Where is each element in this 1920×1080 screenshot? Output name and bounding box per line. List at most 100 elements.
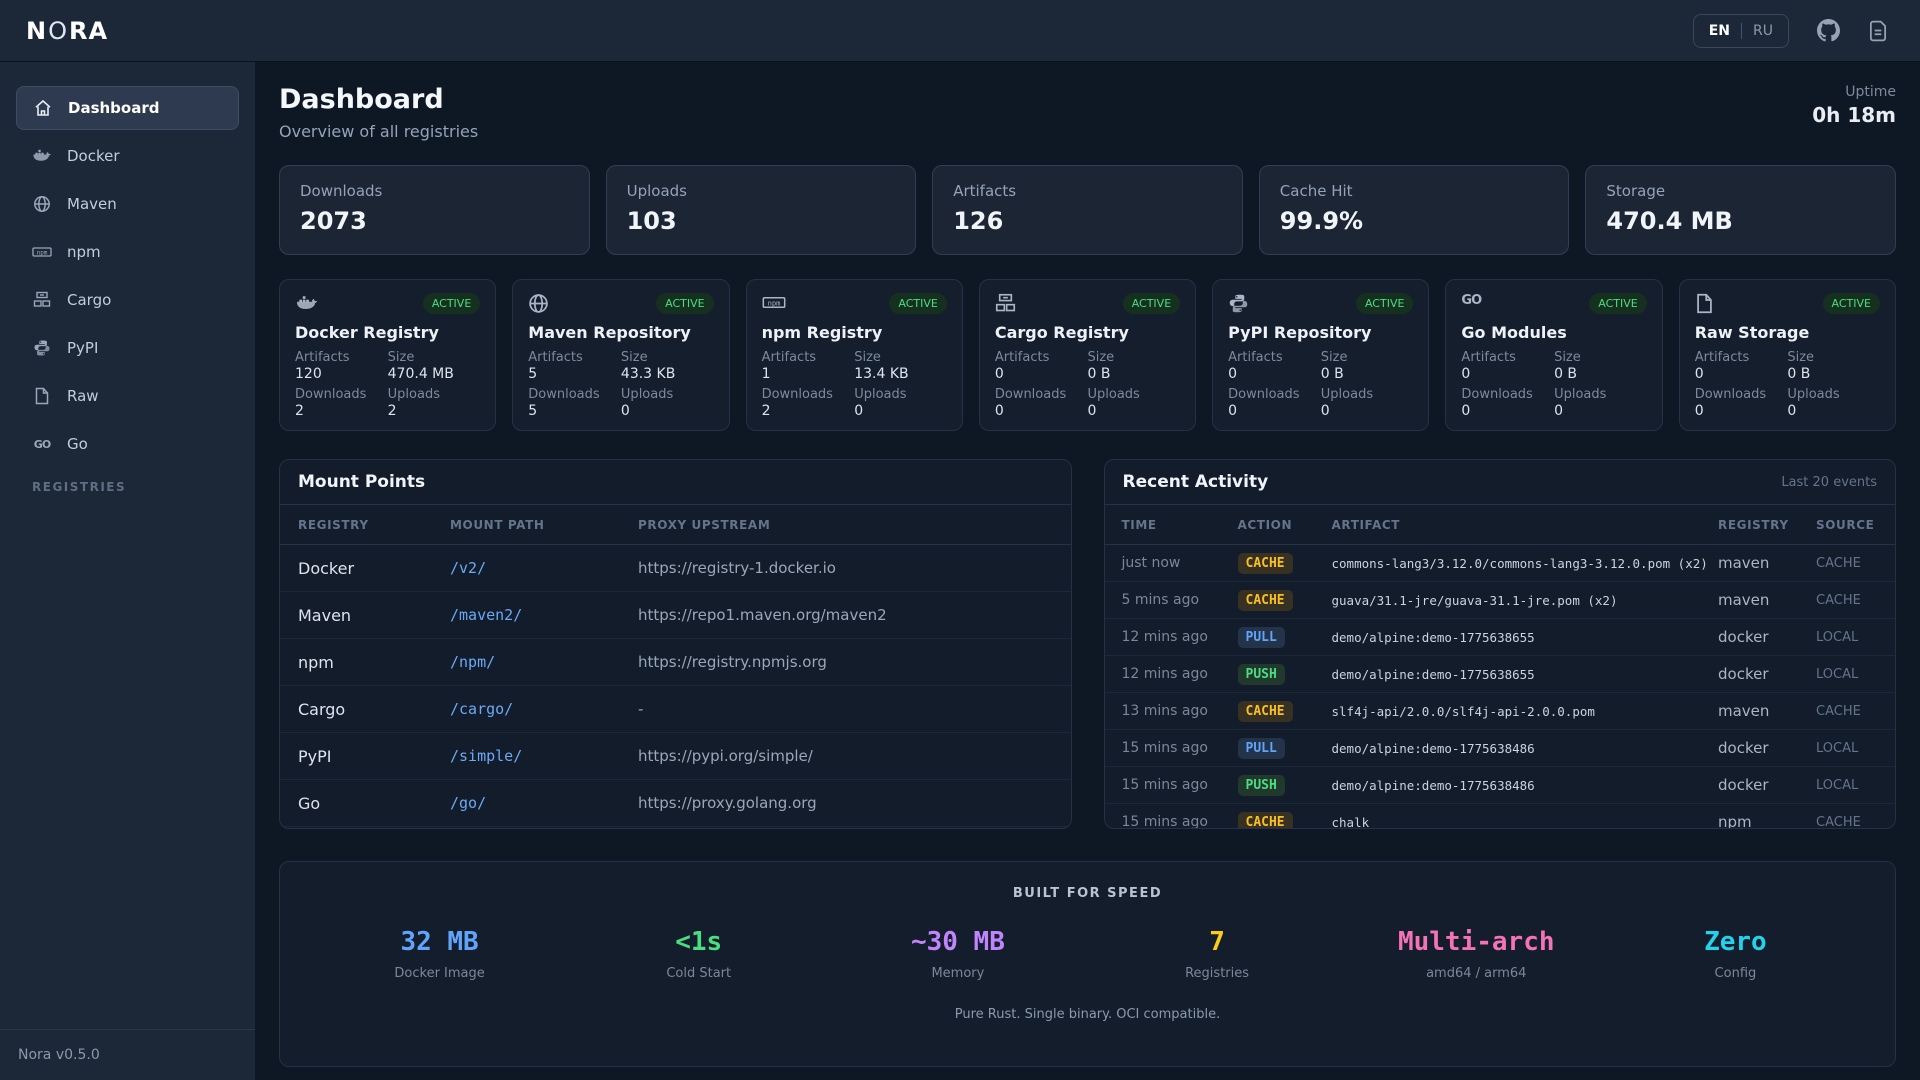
logo-o: O [48,17,68,45]
registry-cell: maven [1718,591,1816,609]
speed-metric-multi-arch: Multi-arch amd64 / arm64 [1347,927,1606,981]
uploads-label: Uploads [1321,387,1414,403]
mount-path-link[interactable]: /maven2/ [450,606,638,624]
source-cell: CACHE [1816,593,1878,608]
uploads-label: Uploads [621,387,714,403]
lang-en-button[interactable]: EN [1709,23,1730,39]
registry-card-pypi[interactable]: ACTIVE PyPI Repository Artifacts Size 0 … [1212,279,1429,431]
artifact-cell: demo/alpine:demo-1775638486 [1332,778,1719,793]
registry-card-npm[interactable]: npm ACTIVE npm Registry Artifacts Size 1… [746,279,963,431]
time-cell: 13 mins ago [1122,703,1238,719]
size-value: 0 B [1554,366,1647,384]
stat-card-uploads: Uploads 103 [606,165,917,255]
metric-label: Docker Image [310,966,569,981]
packages-icon [995,293,1016,314]
size-label: Size [1087,350,1180,366]
registry-card-maven[interactable]: ACTIVE Maven Repository Artifacts Size 5… [512,279,729,431]
sidebar-item-pypi[interactable]: PyPI [16,326,239,370]
sidebar-item-dashboard[interactable]: Dashboard [16,86,239,130]
mount-path-link[interactable]: /simple/ [450,747,638,765]
registry-name: Raw Storage [1695,323,1880,342]
speed-metric-cold-start: <1s Cold Start [569,927,828,981]
registry-card-raw[interactable]: ACTIVE Raw Storage Artifacts Size 0 0 B … [1679,279,1896,431]
downloads-label: Downloads [528,387,621,403]
speed-metric-memory: ~30 MB Memory [828,927,1087,981]
uploads-value: 0 [621,403,714,421]
sidebar-item-npm[interactable]: npm npm [16,230,239,274]
file-icon [1695,293,1714,314]
metric-label: Registries [1087,966,1346,981]
metric-value: ~30 MB [828,927,1087,957]
registry-cell: docker [1718,665,1816,683]
table-row: Go /go/ https://proxy.golang.org [280,780,1071,827]
uploads-label: Uploads [388,387,481,403]
stat-value: 470.4 MB [1606,207,1875,235]
action-badge: CACHE [1238,812,1293,829]
stat-label: Cache Hit [1280,182,1549,200]
time-cell: 15 mins ago [1122,777,1238,793]
sidebar-item-raw[interactable]: Raw [16,374,239,418]
uptime-value: 0h 18m [1812,103,1896,127]
artifact-cell: demo/alpine:demo-1775638486 [1332,741,1719,756]
uploads-value: 0 [1087,403,1180,421]
action-badge: CACHE [1238,553,1293,574]
stat-label: Artifacts [953,182,1222,200]
sidebar: Dashboard Docker Maven npm npm [0,62,255,1080]
registry-name: Docker Registry [295,323,480,342]
logo-ra: RA [69,17,108,45]
sidebar-item-cargo[interactable]: Cargo [16,278,239,322]
size-value: 470.4 MB [388,366,481,384]
col-registry: REGISTRY [298,518,450,532]
file-icon [32,387,52,405]
mount-path-link[interactable]: /go/ [450,794,638,812]
docker-icon [295,293,319,314]
col-time: TIME [1122,518,1238,532]
sidebar-item-label: Dashboard [68,99,159,117]
sidebar-item-maven[interactable]: Maven [16,182,239,226]
col-artifact: ARTIFACT [1332,518,1719,532]
uploads-value: 2 [388,403,481,421]
stat-value: 99.9% [1280,207,1549,235]
docs-icon[interactable] [1868,20,1888,42]
registry-cell: npm [298,653,450,672]
stat-label: Storage [1606,182,1875,200]
source-cell: LOCAL [1816,778,1878,793]
registry-card-go[interactable]: GO ACTIVE Go Modules Artifacts Size 0 0 … [1445,279,1662,431]
col-proxy-upstream: PROXY UPSTREAM [638,518,1053,532]
sidebar-item-docker[interactable]: Docker [16,134,239,178]
registry-cell: npm [1718,813,1816,829]
mount-path-link[interactable]: /v2/ [450,559,638,577]
col-mount-path: MOUNT PATH [450,518,638,532]
home-icon [33,99,53,117]
github-icon[interactable] [1817,19,1840,42]
packages-icon [32,291,52,309]
table-row: Maven /maven2/ https://repo1.maven.org/m… [280,592,1071,639]
sidebar-item-go[interactable]: GO Go [16,422,239,466]
stat-label: Uploads [627,182,896,200]
registry-card-docker[interactable]: ACTIVE Docker Registry Artifacts Size 12… [279,279,496,431]
mount-path-link[interactable]: /npm/ [450,653,638,671]
svg-text:npm: npm [37,250,48,257]
python-icon [1228,293,1249,314]
language-switcher[interactable]: EN RU [1693,14,1789,48]
uploads-label: Uploads [1554,387,1647,403]
artifacts-value: 120 [295,366,388,384]
uploads-value: 0 [854,403,947,421]
speed-footer: Pure Rust. Single binary. OCI compatible… [310,1007,1865,1022]
mount-path-link[interactable]: /cargo/ [450,700,638,718]
activity-header-row: TIME ACTION ARTIFACT REGISTRY SOURCE [1105,505,1896,545]
upstream-cell: - [638,700,1053,718]
registry-name: Go Modules [1461,323,1646,342]
table-row: Docker /v2/ https://registry-1.docker.io [280,545,1071,592]
registry-card-cargo[interactable]: ACTIVE Cargo Registry Artifacts Size 0 0… [979,279,1196,431]
lang-ru-button[interactable]: RU [1753,23,1773,39]
sidebar-item-label: Maven [67,195,117,213]
upstream-cell: https://pypi.org/simple/ [638,747,1053,765]
downloads-label: Downloads [295,387,388,403]
app-version: Nora v0.5.0 [0,1029,255,1080]
page-title: Dashboard [279,84,478,115]
col-source: SOURCE [1816,518,1878,532]
artifacts-label: Artifacts [1228,350,1321,366]
artifacts-label: Artifacts [995,350,1088,366]
stat-value: 103 [627,207,896,235]
